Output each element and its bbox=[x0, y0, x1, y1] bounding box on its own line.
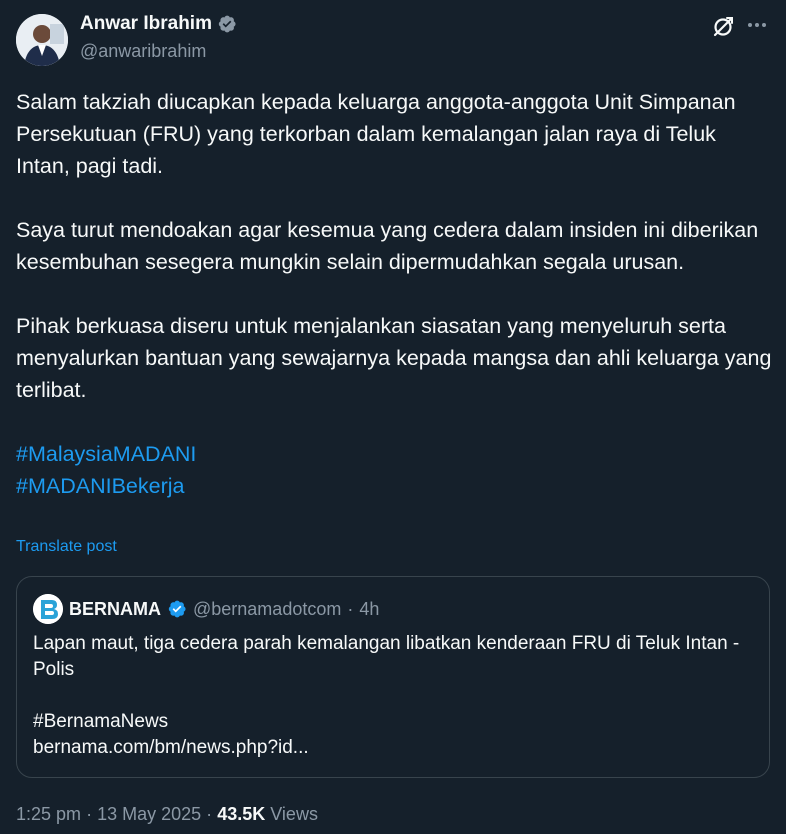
hashtag-link[interactable]: #MADANIBekerja bbox=[16, 470, 772, 502]
quoted-post-header: BERNAMA @bernamadotcom · 4h bbox=[33, 594, 379, 624]
views-label: Views bbox=[270, 804, 318, 824]
author-handle[interactable]: @anwaribrahim bbox=[80, 41, 206, 62]
tweet: Anwar Ibrahim @anwaribrahim Salam takzia… bbox=[0, 0, 786, 834]
quoted-hashtag: #BernamaNews bbox=[33, 711, 169, 732]
separator: · bbox=[206, 804, 213, 824]
grok-icon bbox=[713, 17, 733, 37]
quoted-post-text: Lapan maut, tiga cedera parah kemalangan… bbox=[33, 631, 753, 761]
post-paragraph: Pihak berkuasa diseru untuk menjalankan … bbox=[16, 314, 772, 402]
author-avatar[interactable] bbox=[16, 14, 68, 66]
grok-button[interactable] bbox=[708, 12, 738, 42]
translate-post-link[interactable]: Translate post bbox=[16, 538, 117, 556]
separator: · bbox=[347, 598, 354, 619]
post-paragraph: Saya turut mendoakan agar kesemua yang c… bbox=[16, 218, 759, 274]
bernama-logo-icon bbox=[33, 594, 63, 624]
more-button[interactable] bbox=[742, 10, 772, 40]
post-paragraph: Salam takziah diucapkan kepada keluarga … bbox=[16, 90, 736, 178]
more-icon bbox=[748, 23, 766, 27]
hashtag-link[interactable]: #MalaysiaMADANI bbox=[16, 438, 772, 470]
author-name[interactable]: Anwar Ibrahim bbox=[80, 13, 212, 35]
quoted-post-card[interactable]: BERNAMA @bernamadotcom · 4h Lapan maut, … bbox=[16, 576, 770, 778]
post-time[interactable]: 1:25 pm bbox=[16, 804, 81, 824]
post-meta: 1:25 pm · 13 May 2025 · 43.5K Views bbox=[16, 804, 318, 825]
post-date[interactable]: 13 May 2025 bbox=[97, 804, 201, 824]
verified-badge-icon bbox=[167, 599, 187, 619]
quoted-headline: Lapan maut, tiga cedera parah kemalangan… bbox=[33, 633, 740, 680]
verified-badge-icon bbox=[217, 14, 237, 34]
quoted-author-avatar bbox=[33, 594, 63, 624]
author-name-row: Anwar Ibrahim bbox=[80, 13, 237, 35]
post-text: Salam takziah diucapkan kepada keluarga … bbox=[16, 86, 772, 502]
quoted-post-time: 4h bbox=[359, 598, 380, 619]
quoted-author-handle: @bernamadotcom bbox=[193, 598, 342, 619]
quoted-link: bernama.com/bm/news.php?id... bbox=[33, 737, 309, 758]
separator: · bbox=[86, 804, 93, 824]
avatar-image bbox=[16, 14, 68, 66]
quoted-author-name: BERNAMA bbox=[69, 598, 161, 619]
views-count: 43.5K bbox=[217, 804, 266, 824]
